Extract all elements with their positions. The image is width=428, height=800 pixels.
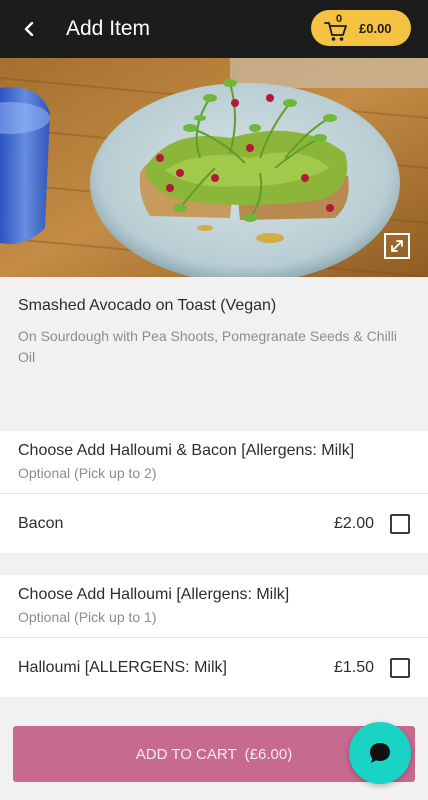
bacon-checkbox[interactable] [390,513,410,534]
product-name: Smashed Avocado on Toast (Vegan) [18,297,277,314]
chat-bubble-icon [370,743,390,763]
option-price: £2.00 [333,514,374,532]
option-group-subtitle: Optional (Pick up to 2) [18,465,157,481]
back-arrow-icon [24,22,34,36]
option-name: Bacon [18,514,64,532]
option-row-bacon[interactable]: Bacon £2.00 [0,494,428,553]
option-group-header: Choose Add Halloumi & Bacon [Allergens: … [0,431,428,494]
option-group-header: Choose Add Halloumi [Allergens: Milk] Op… [0,575,428,638]
avocado-toast-photo [0,58,428,277]
add-item-screen: Add Item 0 £0.00 Smashed Avocado on Toas… [0,0,428,800]
product-info: Smashed Avocado on Toast (Vegan) On Sour… [0,277,428,430]
product-description: On Sourdough with Pea Shoots, Pomegranat… [18,328,398,365]
expand-icon [391,240,403,252]
product-image [0,58,428,277]
option-group-title: Choose Add Halloumi [Allergens: Milk] [18,586,290,603]
option-price: £1.50 [333,658,374,676]
option-group-subtitle: Optional (Pick up to 1) [18,609,157,625]
option-row-halloumi[interactable]: Halloumi [ALLERGENS: Milk] £1.50 [0,638,428,697]
top-bar: Add Item 0 £0.00 [0,0,428,58]
cart-total: £0.00 [359,20,392,36]
expand-image-button[interactable] [384,233,410,259]
option-group-title: Choose Add Halloumi & Bacon [Allergens: … [18,442,355,459]
halloumi-checkbox[interactable] [390,657,410,678]
add-to-cart-label: ADD TO CART (£6.00) [135,745,293,763]
cart-count-badge: 0 [336,13,343,25]
cart-button[interactable]: 0 £0.00 [311,10,411,46]
back-button[interactable] [0,0,60,58]
option-name: Halloumi [ALLERGENS: Milk] [18,658,227,676]
chat-button[interactable] [349,722,411,784]
cart-icon [324,22,347,41]
